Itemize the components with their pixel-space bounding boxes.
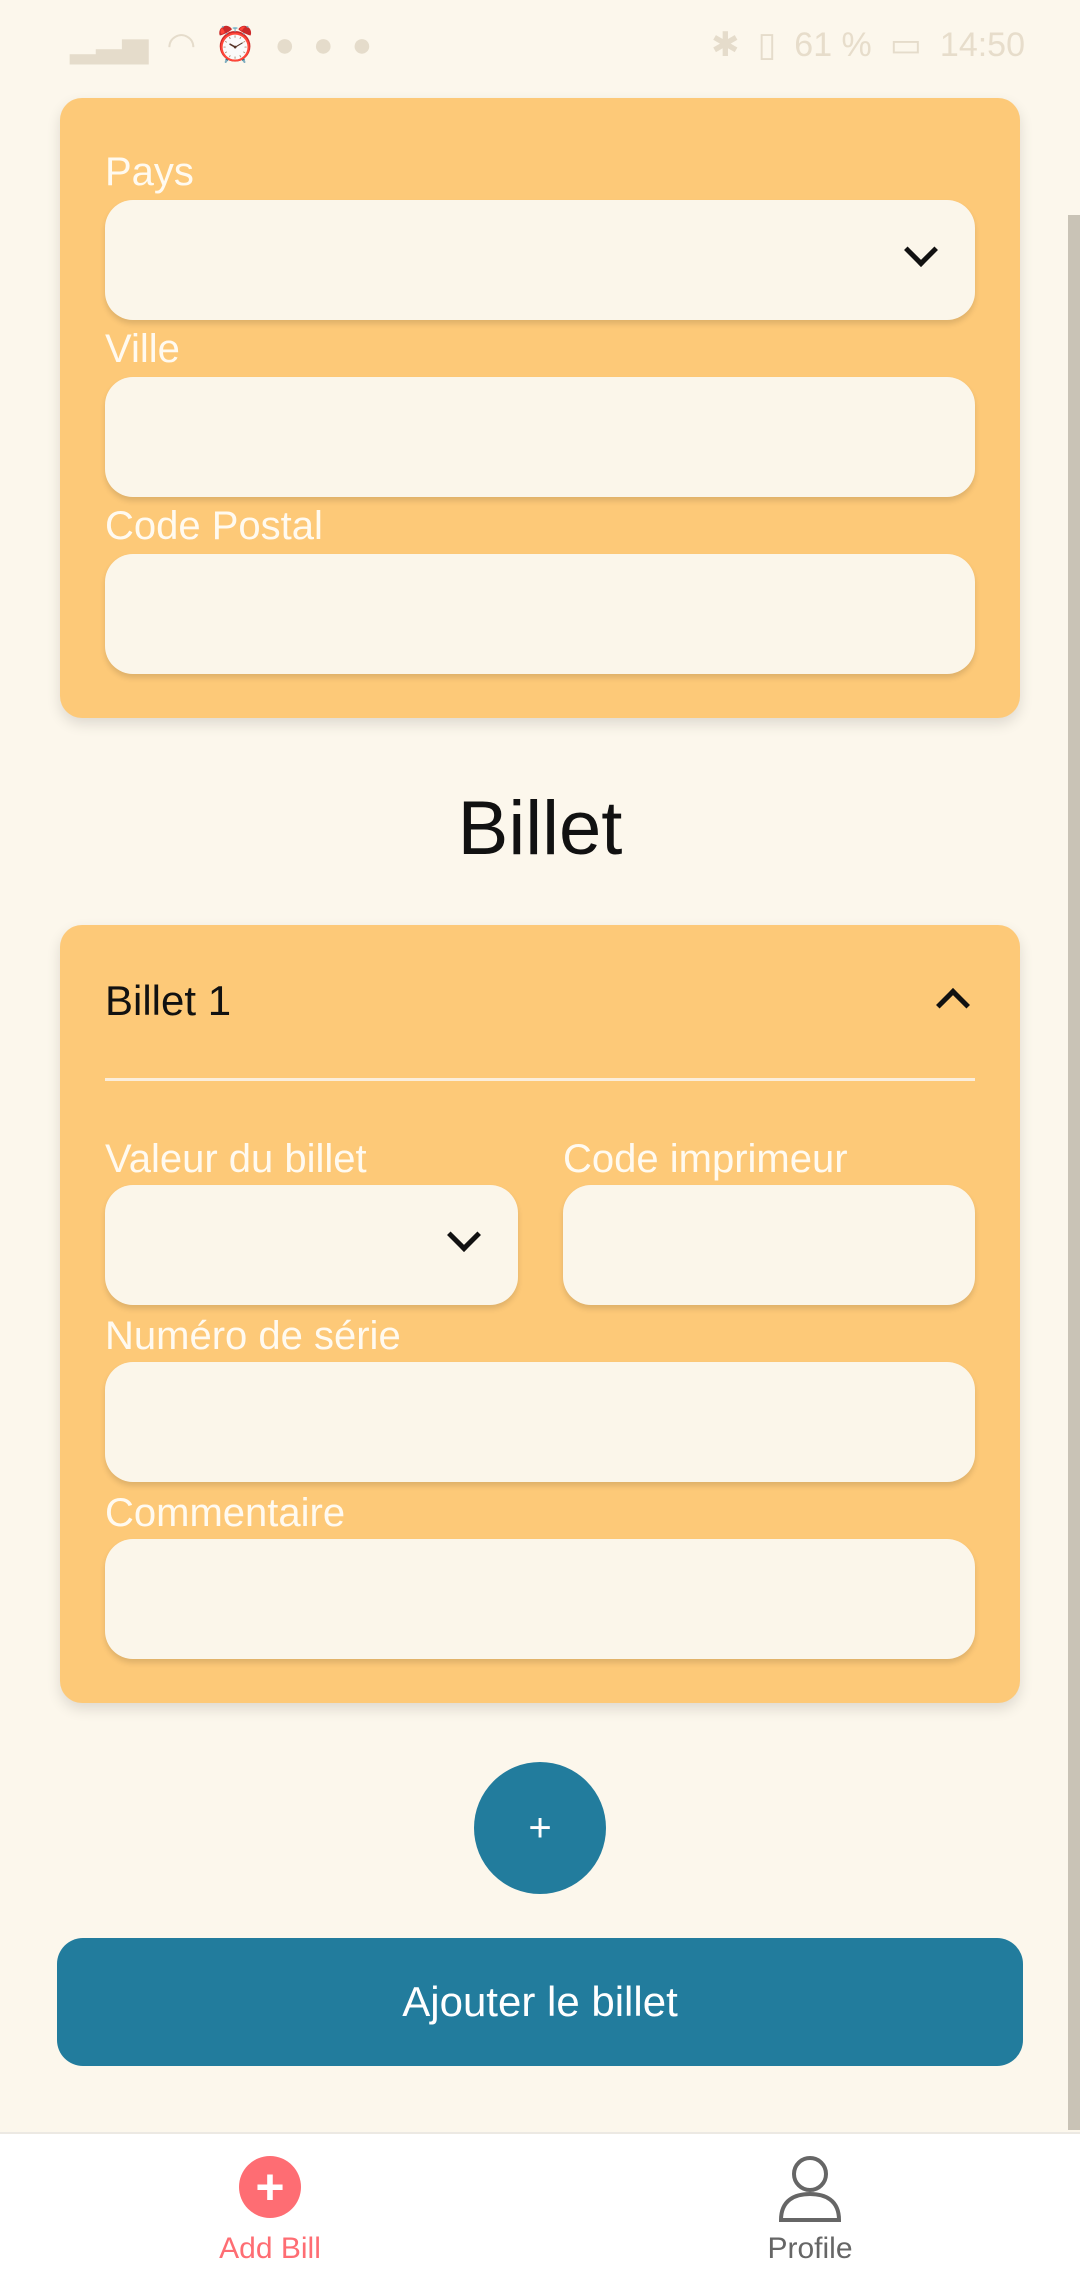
bottom-nav: + Add Bill Profile (0, 2132, 1080, 2280)
country-label: Pays (105, 150, 194, 194)
city-label: Ville (105, 327, 180, 371)
clock: 14:50 (939, 25, 1025, 64)
serial-number-input[interactable] (105, 1362, 975, 1482)
alarm-icon: ⏰ (214, 26, 257, 64)
battery-icon: ▭ (889, 26, 922, 64)
address-card: Pays Ville Code Postal (60, 98, 1020, 718)
bill-header: Billet 1 (105, 977, 232, 1024)
user-icon (778, 2156, 842, 2222)
status-left: ▂▃▅ ◠ ⏰ ● ● ● (70, 25, 372, 65)
fire-icon: ● (274, 25, 296, 64)
nav-profile[interactable]: Profile (540, 2134, 1080, 2280)
comment-input[interactable] (105, 1539, 975, 1659)
battery-percent: 61 % (794, 25, 872, 64)
serial-number-label: Numéro de série (105, 1314, 401, 1358)
messenger-icon: ● (351, 25, 373, 64)
bluetooth-icon: ✱ (711, 26, 740, 64)
chevron-down-icon (447, 1218, 481, 1252)
status-right: ✱ ▯ 61 % ▭ 14:50 (711, 25, 1025, 65)
printer-code-label: Code imprimeur (563, 1137, 848, 1181)
printer-code-input[interactable] (563, 1185, 975, 1305)
city-input[interactable] (105, 377, 975, 497)
nav-profile-label: Profile (767, 2232, 853, 2265)
postal-code-input[interactable] (105, 554, 975, 674)
postal-code-label: Code Postal (105, 504, 323, 548)
section-title: Billet (457, 786, 623, 871)
status-bar: ▂▃▅ ◠ ⏰ ● ● ● ✱ ▯ 61 % ▭ 14:50 (0, 0, 1080, 90)
bill-value-label: Valeur du billet (105, 1137, 367, 1181)
comment-label: Commentaire (105, 1491, 346, 1535)
add-circle-icon: + (239, 2156, 301, 2218)
scrollbar[interactable] (1068, 215, 1080, 2130)
submit-bill-button[interactable]: Ajouter le billet (57, 1938, 1023, 2066)
add-bill-entry-button[interactable]: + (474, 1762, 606, 1894)
nav-add-bill-label: Add Bill (219, 2232, 321, 2265)
signal-icon: ▂▃▅ (70, 26, 149, 64)
divider (105, 1078, 975, 1081)
chevron-down-icon (904, 233, 938, 267)
vibrate-icon: ▯ (757, 26, 777, 64)
nav-add-bill[interactable]: + Add Bill (0, 2134, 540, 2280)
chevron-up-icon[interactable] (936, 988, 970, 1022)
wifi-icon: ◠ (166, 26, 197, 64)
bill-card: Billet 1 Valeur du billet Code imprimeur… (60, 925, 1020, 1703)
bill-value-select[interactable] (105, 1185, 518, 1305)
snapchat-icon: ● (313, 25, 334, 64)
country-select[interactable] (105, 200, 975, 320)
